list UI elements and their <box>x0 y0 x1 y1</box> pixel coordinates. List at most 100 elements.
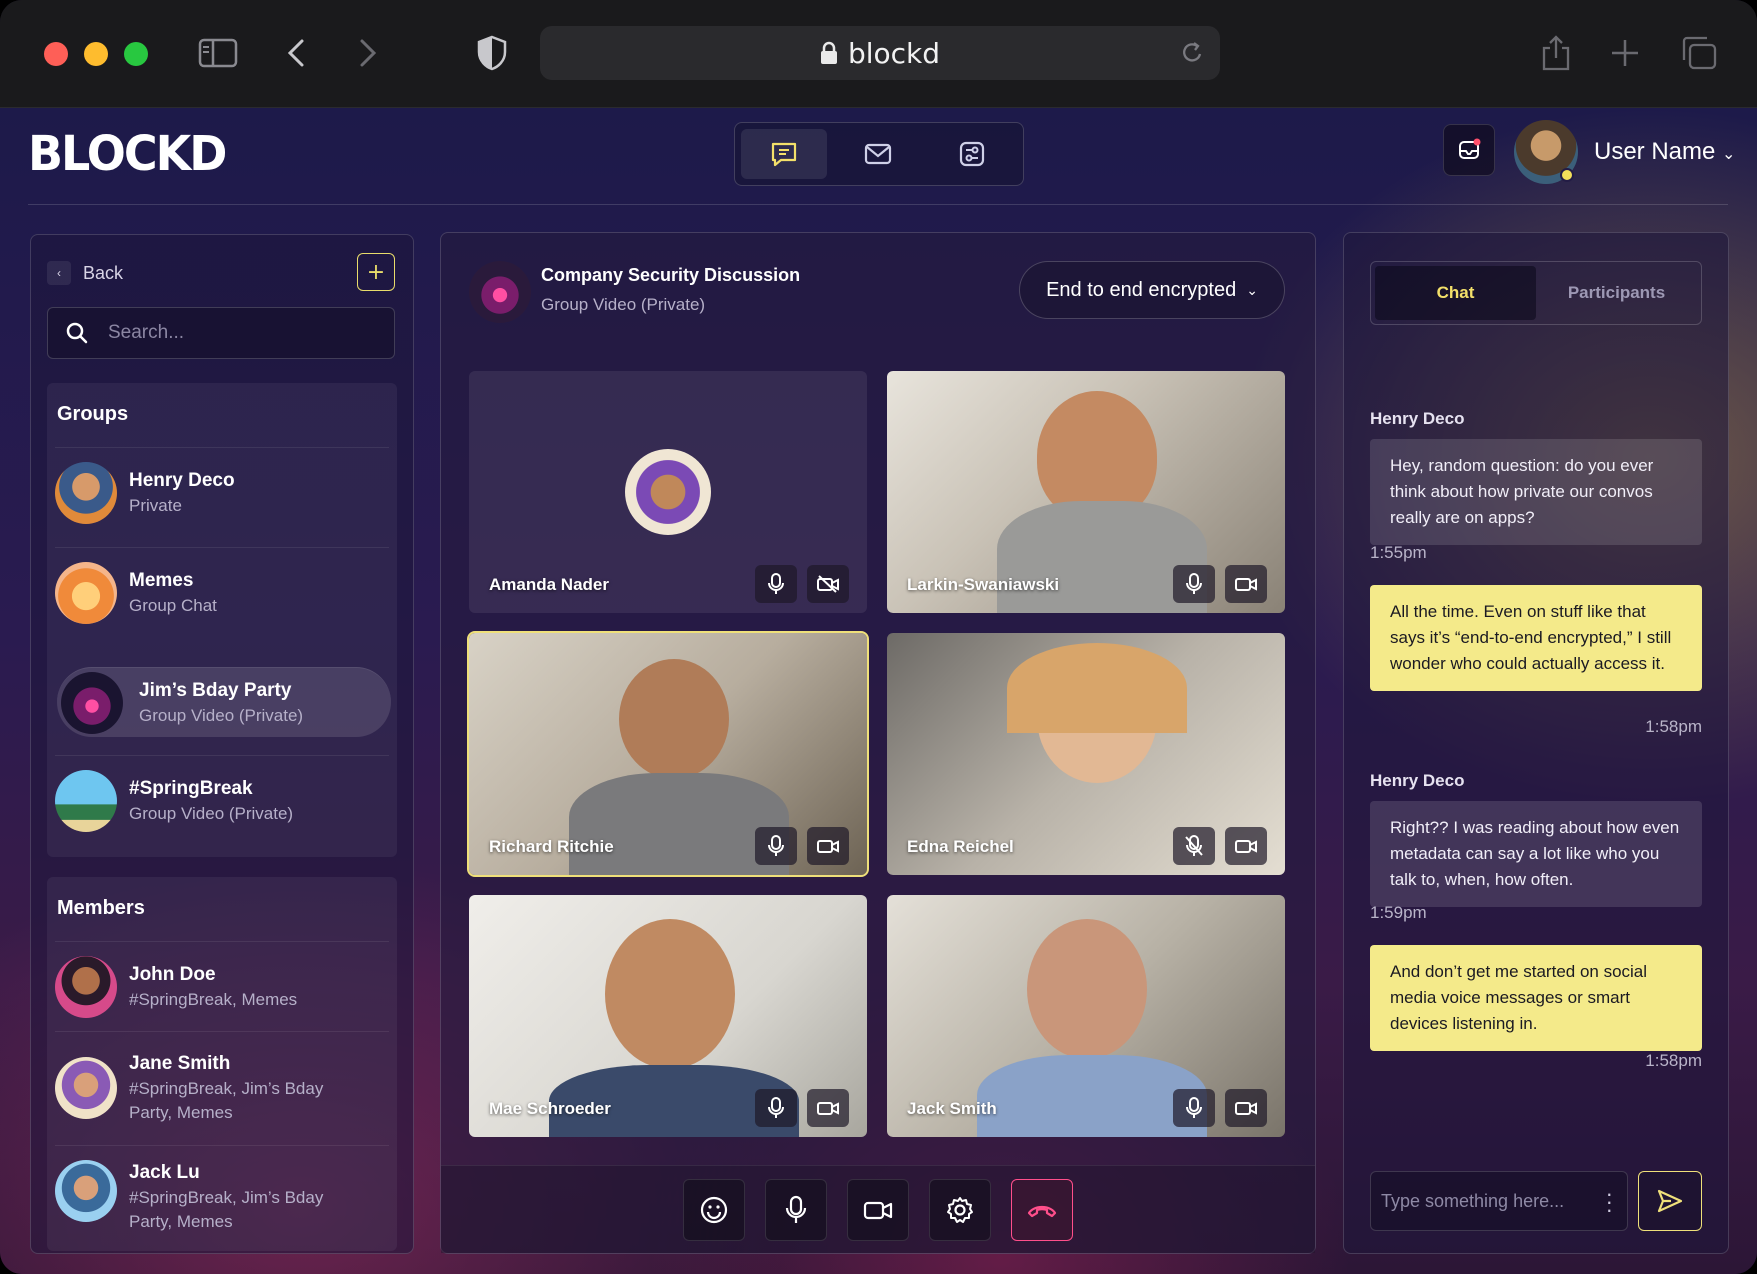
settings-sliders-nav-icon[interactable] <box>929 129 1015 179</box>
member-item-jack-lu[interactable]: Jack Lu #SpringBreak, Jim’s Bday Party, M… <box>55 1145 389 1251</box>
camera-icon[interactable] <box>1225 827 1267 865</box>
tab-participants[interactable]: Participants <box>1536 266 1697 320</box>
member-item-jane-smith[interactable]: Jane Smith #SpringBreak, Jim’s Bday Party… <box>55 1031 389 1143</box>
chat-tabs: Chat Participants <box>1370 261 1702 325</box>
forward-icon[interactable] <box>356 28 378 78</box>
message-time: 1:58pm <box>1645 1051 1702 1070</box>
new-tab-icon[interactable] <box>1610 28 1640 78</box>
message-sender: Henry Deco <box>1370 409 1465 428</box>
add-button[interactable]: + <box>357 253 395 291</box>
group-type: Group Chat <box>129 595 217 615</box>
back-button[interactable]: ‹ Back <box>47 261 123 285</box>
mic-icon[interactable] <box>765 1178 827 1241</box>
search-input[interactable]: Search... <box>47 307 395 359</box>
participant-name: Amanda Nader <box>489 575 609 594</box>
tabs-overview-icon[interactable] <box>1680 28 1718 78</box>
user-menu[interactable]: User Name ⌄ <box>1594 138 1735 166</box>
back-label: Back <box>83 262 124 283</box>
sidebar-panel: ‹ Back + Search... Groups Henry Deco Priv… <box>30 234 414 1254</box>
group-name: Memes <box>129 569 194 591</box>
notifications-button[interactable] <box>1443 124 1495 176</box>
group-item-jims-bday-party[interactable]: Jim’s Bday Party Group Video (Private) <box>57 667 391 737</box>
chevron-down-icon: ⌄ <box>1722 146 1736 163</box>
emoji-icon[interactable] <box>683 1178 745 1241</box>
participant-video-face <box>605 919 735 1069</box>
close-window-button[interactable] <box>44 42 68 66</box>
message-input[interactable]: Type something here... · · · <box>1370 1171 1628 1231</box>
inbox-notification-icon <box>1456 137 1482 163</box>
encryption-dropdown[interactable]: End to end encrypted ⌄ <box>1019 261 1285 319</box>
sidebar-icon[interactable] <box>198 28 238 78</box>
groups-title: Groups <box>57 403 129 425</box>
more-options-icon[interactable]: · · · <box>1606 1183 1613 1221</box>
member-groups: #SpringBreak, Jim’s Bday Party, Memes <box>129 1188 324 1231</box>
app-root: BLOCKD User Name ⌄ ‹ Back + Search... Gr… <box>0 108 1757 1274</box>
video-call-panel: Company Security Discussion Group Video … <box>440 232 1316 1254</box>
share-icon[interactable] <box>1540 28 1572 78</box>
shield-icon[interactable] <box>476 28 508 78</box>
group-name: Jim’s Bday Party <box>139 679 292 701</box>
chevron-left-icon: ‹ <box>47 261 71 285</box>
participant-tile-amanda-nader[interactable]: Amanda Nader <box>469 371 867 613</box>
chevron-down-icon: ⌄ <box>1246 281 1258 298</box>
member-item-john-doe[interactable]: John Doe #SpringBreak, Memes <box>55 941 389 1031</box>
camera-off-icon[interactable] <box>807 565 849 603</box>
send-button[interactable] <box>1638 1171 1702 1231</box>
message-bubble-outgoing: And don’t get me started on social media… <box>1370 945 1702 1051</box>
app-logo[interactable]: BLOCKD <box>28 125 227 182</box>
mic-icon[interactable] <box>755 1089 797 1127</box>
chat-nav-icon[interactable] <box>741 129 827 179</box>
message-bubble-incoming: Hey, random question: do you ever think … <box>1370 439 1702 545</box>
message-bubble-outgoing: All the time. Even on stuff like that sa… <box>1370 585 1702 691</box>
tab-chat[interactable]: Chat <box>1375 266 1536 320</box>
participant-tile-larkin-swaniawski[interactable]: Larkin-Swaniawski <box>887 371 1285 613</box>
avatar <box>55 561 117 624</box>
avatar <box>625 449 711 535</box>
message-time: 1:55pm <box>1370 543 1427 562</box>
group-item-springbreak[interactable]: #SpringBreak Group Video (Private) <box>55 755 389 845</box>
settings-icon[interactable] <box>929 1178 991 1241</box>
participant-tile-edna-reichel[interactable]: Edna Reichel <box>887 633 1285 875</box>
user-avatar[interactable] <box>1514 120 1578 184</box>
mail-nav-icon[interactable] <box>835 129 921 179</box>
participant-name: Richard Ritchie <box>489 837 614 856</box>
group-item-henry-deco[interactable]: Henry Deco Private <box>55 447 389 537</box>
camera-icon[interactable] <box>807 1089 849 1127</box>
members-section: Members John Doe #SpringBreak, Memes Jane… <box>47 877 397 1251</box>
mic-icon[interactable] <box>755 827 797 865</box>
back-icon[interactable] <box>286 28 308 78</box>
reload-icon[interactable] <box>1180 40 1204 66</box>
call-title: Company Security Discussion <box>541 265 801 285</box>
participant-name: Larkin-Swaniawski <box>907 575 1060 594</box>
user-name: User Name <box>1594 138 1716 165</box>
camera-icon[interactable] <box>1225 1089 1267 1127</box>
participant-tile-richard-ritchie[interactable]: Richard Ritchie <box>467 631 869 877</box>
end-call-icon[interactable] <box>1011 1178 1073 1241</box>
avatar <box>55 1056 117 1119</box>
lock-icon <box>820 41 838 65</box>
participant-video-face <box>619 659 729 779</box>
camera-icon[interactable] <box>847 1178 909 1241</box>
address-bar[interactable]: blockd <box>540 26 1220 80</box>
camera-icon[interactable] <box>1225 565 1267 603</box>
mic-icon[interactable] <box>1173 1089 1215 1127</box>
group-item-memes[interactable]: Memes Group Chat <box>55 547 389 637</box>
maximize-window-button[interactable] <box>124 42 148 66</box>
encryption-label: End to end encrypted <box>1046 278 1237 301</box>
main-nav <box>734 122 1024 186</box>
minimize-window-button[interactable] <box>84 42 108 66</box>
participant-video-face <box>1027 919 1147 1059</box>
avatar <box>55 461 117 524</box>
participant-name: Jack Smith <box>907 1099 997 1118</box>
camera-icon[interactable] <box>807 827 849 865</box>
mic-off-icon[interactable] <box>1173 827 1215 865</box>
participant-tile-jack-smith[interactable]: Jack Smith <box>887 895 1285 1137</box>
participant-tile-mae-schroeder[interactable]: Mae Schroeder <box>469 895 867 1137</box>
message-time: 1:58pm <box>1645 717 1702 736</box>
mic-icon[interactable] <box>755 565 797 603</box>
group-type: Group Video (Private) <box>129 803 294 823</box>
mic-icon[interactable] <box>1173 565 1215 603</box>
chat-panel: Chat Participants Henry Deco Hey, random… <box>1343 232 1729 1254</box>
member-name: John Doe <box>129 963 216 985</box>
search-icon <box>66 322 88 344</box>
